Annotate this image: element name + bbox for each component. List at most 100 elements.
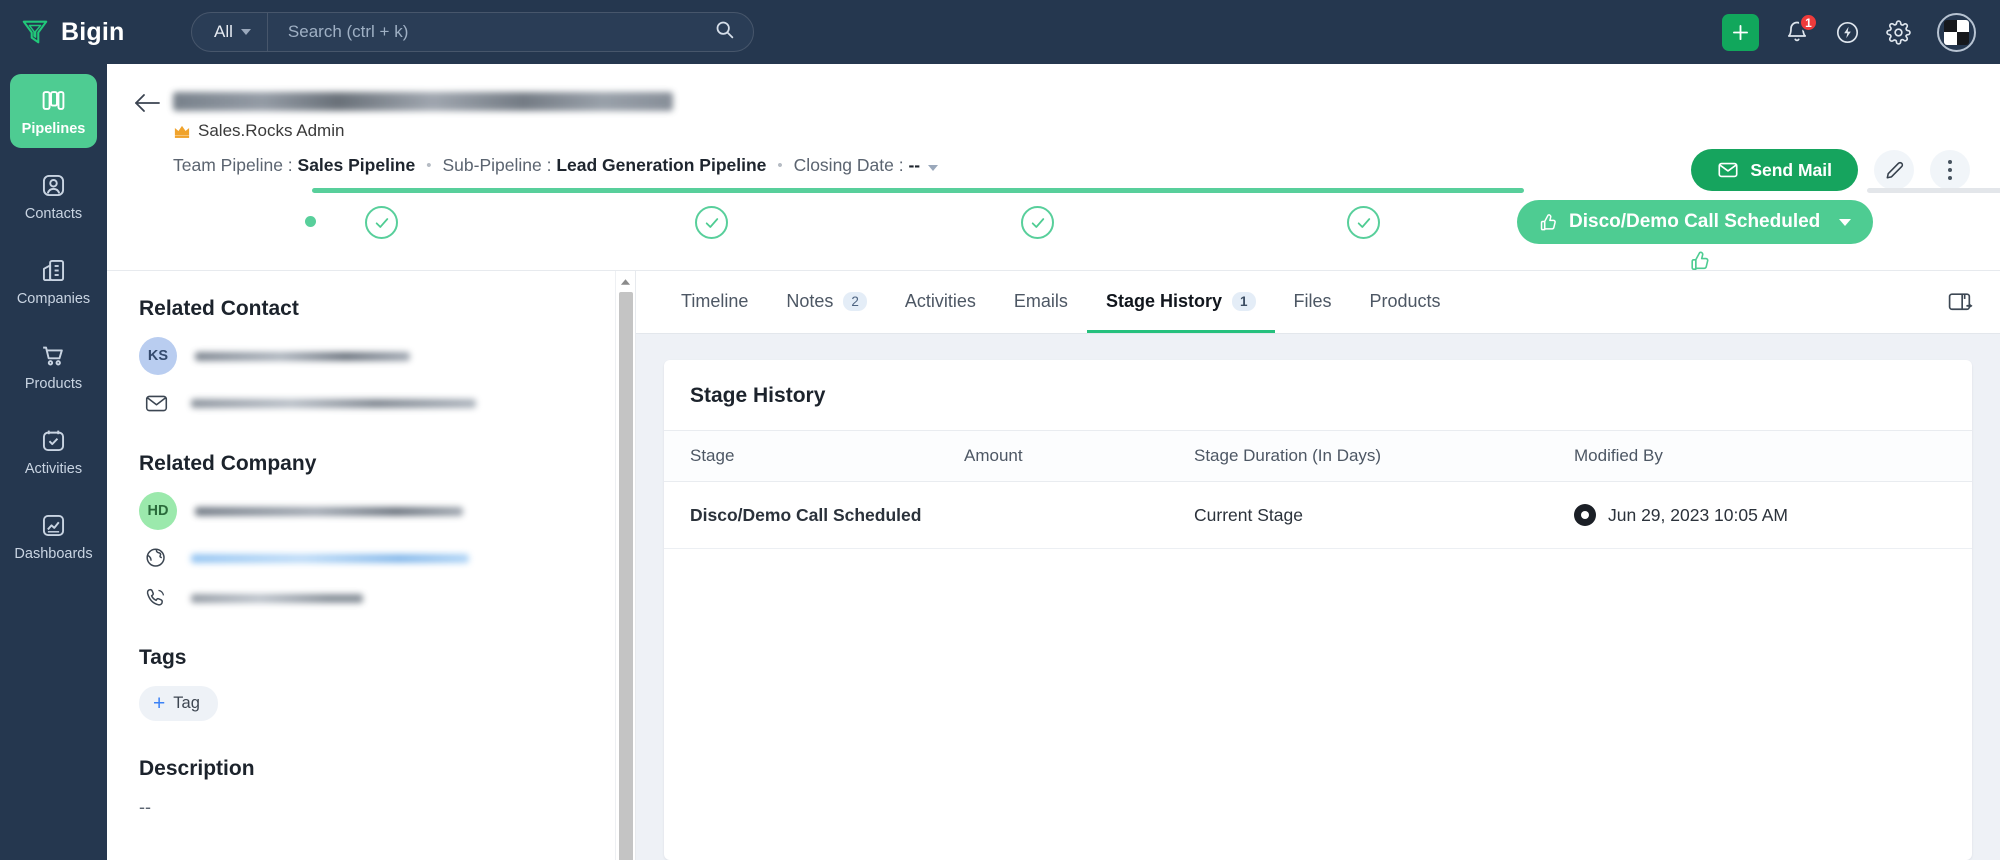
table-header-row: Stage Amount Stage Duration (In Days) Mo… bbox=[664, 430, 1972, 482]
stage-segment-2 bbox=[381, 188, 711, 193]
plus-icon: + bbox=[153, 692, 166, 715]
stage-progress-bar: Disco/Demo Call Scheduled bbox=[107, 188, 2000, 270]
tab-label: Products bbox=[1369, 291, 1441, 311]
tab-timeline[interactable]: Timeline bbox=[662, 271, 767, 333]
stage-node-4-completed[interactable] bbox=[1347, 206, 1380, 239]
top-bar: Bigin All Search (ctrl + k) 1 bbox=[0, 0, 2000, 64]
tab-products[interactable]: Products bbox=[1351, 271, 1460, 333]
company-avatar: HD bbox=[139, 492, 177, 530]
contact-avatar: KS bbox=[139, 337, 177, 375]
company-phone-redacted bbox=[191, 593, 363, 603]
toggle-side-panel-button[interactable] bbox=[1921, 271, 2000, 333]
arrow-left-icon bbox=[135, 94, 160, 112]
breadcrumb-sub-pipeline[interactable]: Sub-Pipeline : Lead Generation Pipeline bbox=[443, 155, 767, 176]
tab-label: Stage History bbox=[1105, 291, 1222, 311]
search-scope-dropdown[interactable]: All bbox=[192, 13, 268, 51]
modified-by-avatar-icon bbox=[1574, 504, 1596, 526]
search-bar[interactable]: All bbox=[191, 12, 754, 52]
sidebar-item-activities[interactable]: Activities bbox=[10, 414, 97, 488]
app-root: Bigin All Search (ctrl + k) 1 Pipelines … bbox=[0, 0, 2000, 860]
add-tag-label: Tag bbox=[173, 694, 200, 712]
tab-activities[interactable]: Activities bbox=[886, 271, 995, 333]
related-company-row[interactable]: HD bbox=[139, 492, 605, 530]
company-website-row[interactable] bbox=[139, 546, 605, 570]
send-mail-button[interactable]: Send Mail bbox=[1691, 149, 1858, 191]
check-icon bbox=[705, 217, 718, 228]
company-website-redacted bbox=[191, 553, 469, 563]
tags-title: Tags bbox=[139, 646, 187, 669]
sidebar-item-dashboards[interactable]: Dashboards bbox=[10, 499, 97, 573]
search-input[interactable] bbox=[287, 22, 714, 42]
search-icon[interactable] bbox=[714, 19, 735, 45]
topbar-actions: 1 bbox=[1722, 12, 1976, 52]
sidebar-item-label: Pipelines bbox=[21, 121, 86, 137]
body-row: Pipelines Contacts Companies Products Ac… bbox=[0, 64, 2000, 860]
record-owner: Sales.Rocks Admin bbox=[173, 121, 1974, 141]
cell-amount bbox=[964, 481, 1194, 549]
company-phone-row[interactable] bbox=[139, 586, 605, 610]
more-options-button[interactable] bbox=[1930, 150, 1970, 190]
stage-node-3-completed[interactable] bbox=[1021, 206, 1054, 239]
breadcrumb-team-pipeline[interactable]: Team Pipeline : Sales Pipeline bbox=[173, 155, 415, 176]
chevron-down-icon bbox=[240, 29, 251, 35]
stage-history-card-title: Stage History bbox=[690, 384, 826, 407]
settings-button[interactable] bbox=[1886, 19, 1911, 45]
cell-stage: Disco/Demo Call Scheduled bbox=[664, 481, 964, 549]
column-header-stage: Stage bbox=[664, 430, 964, 482]
breadcrumb-closing-date-value: -- bbox=[908, 155, 921, 175]
stage-history-card: Stage History Stage Amount Stage Duratio… bbox=[664, 360, 1972, 860]
sidebar-item-companies[interactable]: Companies bbox=[10, 244, 97, 318]
chevron-down-icon[interactable] bbox=[928, 165, 938, 171]
breadcrumb-closing-date[interactable]: Closing Date : -- bbox=[794, 155, 938, 176]
tab-label: Emails bbox=[1013, 291, 1068, 311]
mark-as-won-button[interactable] bbox=[1687, 249, 1711, 278]
stage-history-table: Stage Amount Stage Duration (In Days) Mo… bbox=[664, 430, 1972, 549]
tab-label: Activities bbox=[904, 291, 976, 311]
envelope-icon bbox=[139, 391, 173, 416]
search-scope-label: All bbox=[214, 22, 233, 41]
scroll-up-arrow-icon[interactable] bbox=[616, 271, 635, 292]
automation-button[interactable] bbox=[1835, 20, 1860, 45]
crown-icon bbox=[174, 125, 190, 138]
tab-stage-history[interactable]: Stage History 1 bbox=[1086, 271, 1275, 333]
sidebar-item-pipelines[interactable]: Pipelines bbox=[10, 74, 97, 148]
stage-node-1-completed[interactable] bbox=[365, 206, 398, 239]
scrollbar-thumb[interactable] bbox=[619, 292, 633, 860]
breadcrumb-team-pipeline-label: Team Pipeline : bbox=[173, 155, 293, 175]
add-new-button[interactable] bbox=[1722, 13, 1759, 51]
related-contact-row[interactable]: KS bbox=[139, 337, 605, 375]
tab-emails[interactable]: Emails bbox=[995, 271, 1087, 333]
cell-duration: Current Stage bbox=[1194, 481, 1574, 549]
contact-name-redacted bbox=[195, 351, 410, 361]
brand[interactable]: Bigin bbox=[20, 17, 168, 47]
check-icon bbox=[1031, 217, 1044, 228]
stage-node-2-completed[interactable] bbox=[695, 206, 728, 239]
notifications-button[interactable]: 1 bbox=[1785, 13, 1818, 44]
back-button[interactable] bbox=[133, 82, 173, 119]
thumbs-up-icon bbox=[1540, 213, 1556, 230]
record-tabs-panel: Timeline Notes 2 Activities Emails Stage… bbox=[636, 271, 2000, 860]
zap-circle-icon bbox=[1836, 21, 1859, 43]
add-tag-button[interactable]: + Tag bbox=[139, 686, 218, 721]
content-split: Related Contact KS Related Company HD Ta… bbox=[107, 270, 2000, 860]
search-input-area[interactable] bbox=[268, 19, 753, 45]
gear-icon bbox=[1886, 19, 1911, 45]
tab-files[interactable]: Files bbox=[1275, 271, 1351, 333]
breadcrumb-sub-pipeline-label: Sub-Pipeline : bbox=[442, 155, 552, 175]
breadcrumb-separator: • bbox=[426, 157, 432, 174]
current-stage-dropdown[interactable]: Disco/Demo Call Scheduled bbox=[1517, 200, 1874, 244]
notification-badge: 1 bbox=[1799, 13, 1818, 32]
description-value: -- bbox=[139, 797, 151, 817]
details-panel-scrollbar[interactable] bbox=[615, 271, 635, 860]
breadcrumb-separator: • bbox=[777, 157, 783, 174]
table-row[interactable]: Disco/Demo Call Scheduled Current Stage … bbox=[664, 481, 1972, 549]
sidebar-item-products[interactable]: Products bbox=[10, 329, 97, 403]
tab-notes[interactable]: Notes 2 bbox=[767, 271, 886, 333]
tab-label: Files bbox=[1293, 291, 1332, 311]
user-avatar-button[interactable] bbox=[1937, 12, 1976, 52]
contact-email-row[interactable] bbox=[139, 391, 605, 416]
breadcrumb-sub-pipeline-value: Lead Generation Pipeline bbox=[556, 155, 767, 175]
edit-record-button[interactable] bbox=[1874, 150, 1914, 190]
sidebar-item-contacts[interactable]: Contacts bbox=[10, 159, 97, 233]
modified-by-timestamp: Jun 29, 2023 10:05 AM bbox=[1608, 504, 1788, 525]
